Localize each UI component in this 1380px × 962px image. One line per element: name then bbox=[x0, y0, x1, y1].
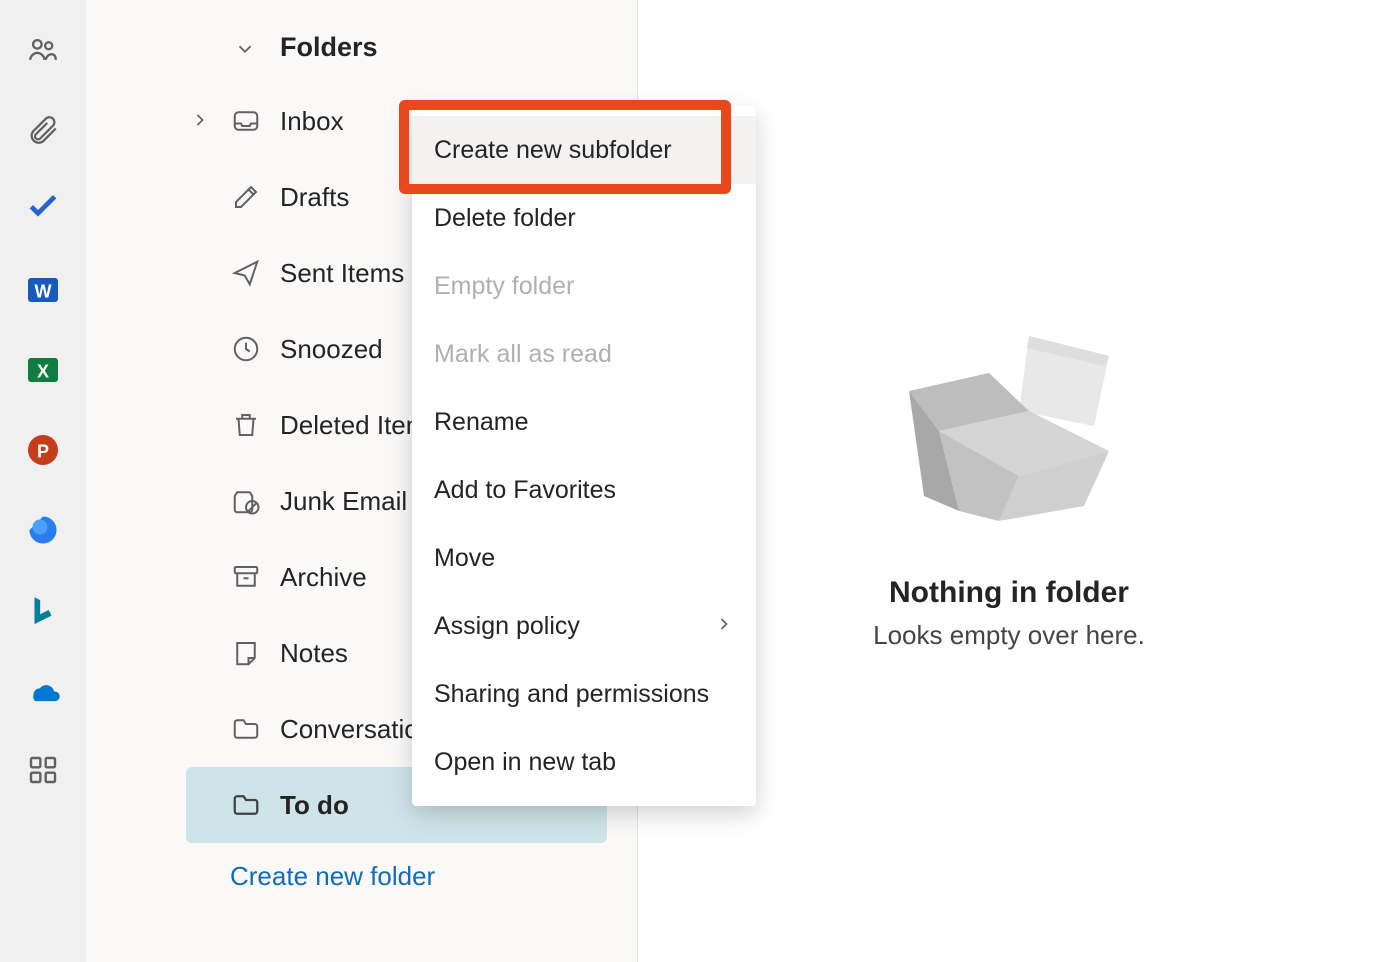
archive-icon bbox=[230, 562, 262, 592]
svg-text:W: W bbox=[35, 282, 52, 302]
context-item-label: Empty folder bbox=[434, 272, 574, 301]
inbox-icon bbox=[230, 106, 262, 136]
folder-icon bbox=[230, 714, 262, 744]
folder-label: Junk Email bbox=[280, 486, 407, 517]
context-item-label: Open in new tab bbox=[434, 748, 616, 777]
chevron-right-icon[interactable] bbox=[190, 106, 210, 137]
context-item-add-favorites[interactable]: Add to Favorites bbox=[412, 456, 756, 524]
context-item-label: Delete folder bbox=[434, 204, 576, 233]
empty-folder-illustration bbox=[879, 311, 1139, 536]
onedrive-icon[interactable] bbox=[23, 670, 63, 710]
folder-icon bbox=[230, 790, 262, 820]
word-icon[interactable]: W bbox=[23, 270, 63, 310]
context-item-sharing[interactable]: Sharing and permissions bbox=[412, 660, 756, 728]
sent-icon bbox=[230, 258, 262, 288]
context-item-label: Add to Favorites bbox=[434, 476, 616, 505]
notes-icon bbox=[230, 638, 262, 668]
folder-label: Drafts bbox=[280, 182, 349, 213]
folder-label: Archive bbox=[280, 562, 367, 593]
create-new-folder-link[interactable]: Create new folder bbox=[86, 861, 637, 892]
attach-icon[interactable] bbox=[23, 110, 63, 150]
folders-header[interactable]: Folders bbox=[86, 22, 637, 83]
context-item-mark-all-read: Mark all as read bbox=[412, 320, 756, 388]
context-item-empty-folder: Empty folder bbox=[412, 252, 756, 320]
context-item-label: Create new subfolder bbox=[434, 136, 672, 165]
excel-icon[interactable]: X bbox=[23, 350, 63, 390]
drafts-icon bbox=[230, 182, 262, 212]
context-item-label: Rename bbox=[434, 408, 529, 437]
folders-header-label: Folders bbox=[280, 32, 378, 63]
people-icon[interactable] bbox=[23, 30, 63, 70]
context-item-label: Assign policy bbox=[434, 612, 580, 641]
context-item-label: Mark all as read bbox=[434, 340, 612, 369]
snoozed-icon bbox=[230, 334, 262, 364]
viva-icon[interactable] bbox=[23, 510, 63, 550]
svg-text:X: X bbox=[37, 362, 49, 382]
empty-state-title: Nothing in folder bbox=[889, 576, 1129, 610]
context-item-rename[interactable]: Rename bbox=[412, 388, 756, 456]
app-rail: W X P bbox=[0, 0, 86, 962]
context-item-assign-policy[interactable]: Assign policy bbox=[412, 592, 756, 660]
context-item-delete-folder[interactable]: Delete folder bbox=[412, 184, 756, 252]
folder-label: Snoozed bbox=[280, 334, 383, 365]
folder-label: Inbox bbox=[280, 106, 344, 137]
folder-label: Notes bbox=[280, 638, 348, 669]
todo-icon[interactable] bbox=[23, 190, 63, 230]
context-item-label: Move bbox=[434, 544, 495, 573]
junk-icon bbox=[230, 486, 262, 516]
context-menu: Create new subfolder Delete folder Empty… bbox=[412, 106, 756, 806]
deleted-icon bbox=[230, 410, 262, 440]
empty-state-subtitle: Looks empty over here. bbox=[873, 620, 1145, 651]
chevron-right-icon bbox=[714, 612, 734, 641]
powerpoint-icon[interactable]: P bbox=[23, 430, 63, 470]
bing-icon[interactable] bbox=[23, 590, 63, 630]
folder-label: To do bbox=[280, 790, 349, 821]
apps-icon[interactable] bbox=[23, 750, 63, 790]
context-item-move[interactable]: Move bbox=[412, 524, 756, 592]
context-item-open-new-tab[interactable]: Open in new tab bbox=[412, 728, 756, 796]
svg-text:P: P bbox=[37, 442, 49, 462]
chevron-down-icon bbox=[234, 38, 256, 65]
folder-pane: Folders Inbox Drafts Sent Items bbox=[86, 0, 638, 962]
folder-label: Sent Items bbox=[280, 258, 404, 289]
context-item-label: Sharing and permissions bbox=[434, 680, 709, 709]
context-item-create-subfolder[interactable]: Create new subfolder bbox=[412, 116, 756, 184]
